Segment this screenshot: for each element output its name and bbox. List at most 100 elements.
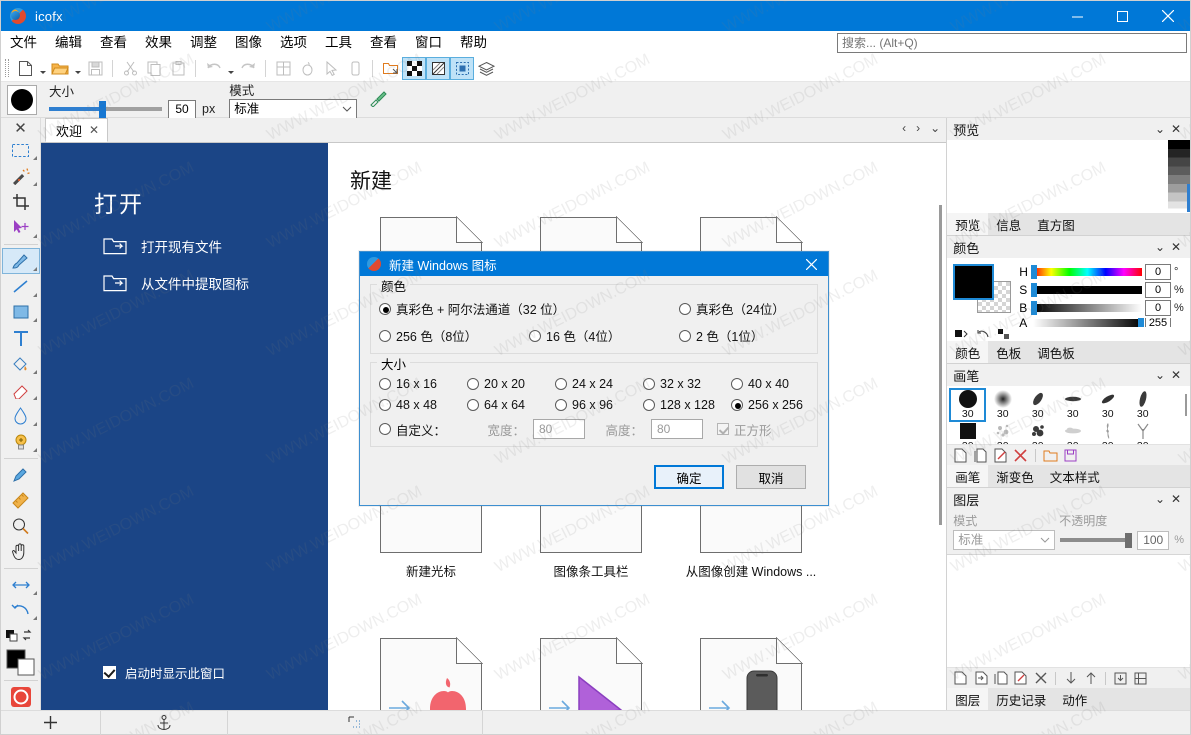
delete-brush-icon[interactable] bbox=[1012, 447, 1029, 464]
rect-select-tool[interactable] bbox=[2, 138, 40, 164]
apple-icon[interactable] bbox=[295, 57, 319, 80]
radio-size-20[interactable]: 20 x 20 bbox=[467, 377, 555, 391]
radio-16-colors-4[interactable]: 16 色（4位） bbox=[529, 326, 679, 345]
color-picker-mode-icon[interactable] bbox=[955, 329, 968, 341]
blur-tool[interactable] bbox=[2, 403, 40, 429]
cut-icon[interactable] bbox=[118, 57, 142, 80]
custom-height-input[interactable]: 80 bbox=[651, 419, 703, 439]
alpha-value[interactable]: 255 bbox=[1145, 318, 1171, 327]
radio-size-16[interactable]: 16 x 16 bbox=[379, 377, 467, 391]
saturation-slider[interactable] bbox=[1031, 282, 1142, 297]
radio-size-24[interactable]: 24 x 24 bbox=[555, 377, 643, 391]
square-checkbox[interactable]: 正方形 bbox=[717, 420, 772, 439]
text-tool[interactable] bbox=[2, 325, 40, 351]
undo-dropdown-icon[interactable] bbox=[225, 57, 236, 80]
radio-size-32[interactable]: 32 x 32 bbox=[643, 377, 731, 391]
preview-collapse-icon[interactable]: ⌄ bbox=[1152, 122, 1168, 136]
color-collapse-icon[interactable]: ⌄ bbox=[1152, 240, 1168, 254]
duplicate-brush-icon[interactable] bbox=[972, 447, 989, 464]
brush-item[interactable]: 30 bbox=[1055, 421, 1090, 444]
new-panel-scrollbar[interactable] bbox=[937, 147, 944, 706]
tab-histogram[interactable]: 直方图 bbox=[1029, 213, 1083, 235]
color-swatches[interactable] bbox=[953, 264, 1015, 316]
rotate-tool[interactable] bbox=[2, 598, 40, 624]
tab-brush[interactable]: 画笔 bbox=[947, 465, 989, 487]
new-file-icon[interactable] bbox=[13, 57, 37, 80]
open-folder-icon[interactable] bbox=[48, 57, 72, 80]
brush-tool[interactable] bbox=[1, 247, 40, 274]
brush-close-icon[interactable]: ✕ bbox=[1168, 368, 1184, 382]
edit-brush-icon[interactable] bbox=[992, 447, 1009, 464]
dialog-close-button[interactable] bbox=[794, 252, 828, 276]
eraser-tool[interactable] bbox=[2, 377, 40, 403]
menu-item-tools[interactable]: 工具 bbox=[316, 32, 361, 54]
brush-preview[interactable] bbox=[7, 84, 37, 115]
save-brush-icon[interactable] bbox=[1062, 447, 1079, 464]
tab-preview[interactable]: 预览 bbox=[947, 213, 989, 235]
tab-welcome-close-icon[interactable]: ✕ bbox=[89, 123, 99, 137]
rectangle-tool[interactable] bbox=[2, 300, 40, 326]
tab-welcome[interactable]: 欢迎 ✕ bbox=[45, 118, 109, 142]
menu-item-view[interactable]: 查看 bbox=[91, 32, 136, 54]
template-item-cursor[interactable] bbox=[540, 637, 643, 710]
close-button[interactable] bbox=[1145, 1, 1190, 31]
brush-item[interactable]: 30 bbox=[1090, 421, 1125, 444]
magic-wand-tool[interactable] bbox=[2, 163, 40, 189]
brush-item[interactable]: 30 bbox=[1090, 389, 1125, 421]
radio-2-colors-1[interactable]: 2 色（1位） bbox=[679, 326, 763, 345]
radio-size-128[interactable]: 128 x 128 bbox=[643, 398, 731, 412]
preview-canvas[interactable] bbox=[947, 140, 1190, 213]
checker-icon[interactable] bbox=[402, 56, 426, 80]
layer-mode-select[interactable]: 标准 bbox=[953, 530, 1056, 550]
radio-size-96[interactable]: 96 x 96 bbox=[555, 398, 643, 412]
mode-select[interactable]: 标准 bbox=[229, 98, 358, 120]
layer-opacity-value[interactable]: 100 bbox=[1137, 530, 1170, 550]
ruler-tool[interactable] bbox=[2, 487, 40, 513]
radio-size-256[interactable]: 256 x 256 bbox=[731, 398, 803, 412]
radio-truecolor-alpha-32[interactable]: 真彩色 + 阿尔法通道（32 位） bbox=[379, 299, 679, 318]
tab-color[interactable]: 颜色 bbox=[947, 341, 989, 363]
tool-palette-close-icon[interactable]: ✕ bbox=[2, 118, 40, 138]
tab-layers[interactable]: 图层 bbox=[947, 688, 989, 710]
load-brush-icon[interactable] bbox=[1042, 447, 1059, 464]
paint-bucket-tool[interactable] bbox=[2, 351, 40, 377]
undo-icon[interactable] bbox=[201, 57, 225, 80]
tab-swatches[interactable]: 色板 bbox=[988, 341, 1029, 363]
transparency-icon[interactable] bbox=[426, 56, 450, 80]
maximize-button[interactable] bbox=[1100, 1, 1145, 31]
brush-item[interactable]: 30 bbox=[949, 388, 987, 422]
menu-item-effects[interactable]: 效果 bbox=[136, 32, 181, 54]
dialog-ok-button[interactable]: 确定 bbox=[654, 465, 724, 489]
open-folder-dropdown-icon[interactable] bbox=[72, 57, 83, 80]
menu-item-file[interactable]: 文件 bbox=[1, 32, 46, 54]
show-on-startup-checkbox[interactable]: 启动时显示此窗口 bbox=[103, 663, 225, 682]
line-tool[interactable] bbox=[2, 274, 40, 300]
template-item-phone[interactable] bbox=[700, 637, 803, 710]
selection-bounds-icon[interactable] bbox=[450, 56, 474, 80]
brush-item[interactable]: 30 bbox=[1125, 389, 1160, 421]
extract-icon[interactable] bbox=[378, 57, 402, 80]
move-down-icon[interactable] bbox=[1062, 670, 1079, 687]
minimize-button[interactable] bbox=[1055, 1, 1100, 31]
open-existing-file-link[interactable]: 打开现有文件 bbox=[103, 236, 328, 256]
foreground-color-swatch[interactable] bbox=[953, 264, 995, 300]
record-tool[interactable] bbox=[2, 684, 40, 710]
move-up-icon[interactable] bbox=[1082, 670, 1099, 687]
flip-horizontal-tool[interactable] bbox=[2, 572, 40, 598]
tab-text-style[interactable]: 文本样式 bbox=[1042, 465, 1108, 487]
radio-256-colors-8[interactable]: 256 色（8位） bbox=[379, 326, 529, 345]
crop-tool[interactable] bbox=[2, 189, 40, 215]
bulb-tool[interactable] bbox=[2, 429, 40, 455]
new-layer-icon[interactable] bbox=[952, 670, 969, 687]
paste-icon[interactable] bbox=[166, 57, 190, 80]
brush-item[interactable]: 30 bbox=[1055, 389, 1090, 421]
tab-menu-icon[interactable]: ⌄ bbox=[930, 121, 940, 135]
copy-icon[interactable] bbox=[142, 57, 166, 80]
radio-size-64[interactable]: 64 x 64 bbox=[467, 398, 555, 412]
tab-actions[interactable]: 动作 bbox=[1054, 688, 1095, 710]
layer-opacity-slider[interactable] bbox=[1060, 532, 1133, 548]
tab-palette[interactable]: 调色板 bbox=[1029, 341, 1083, 363]
foreground-background-color[interactable] bbox=[2, 649, 40, 677]
tab-gradient[interactable]: 渐变色 bbox=[988, 465, 1042, 487]
move-tool[interactable] bbox=[2, 215, 40, 241]
